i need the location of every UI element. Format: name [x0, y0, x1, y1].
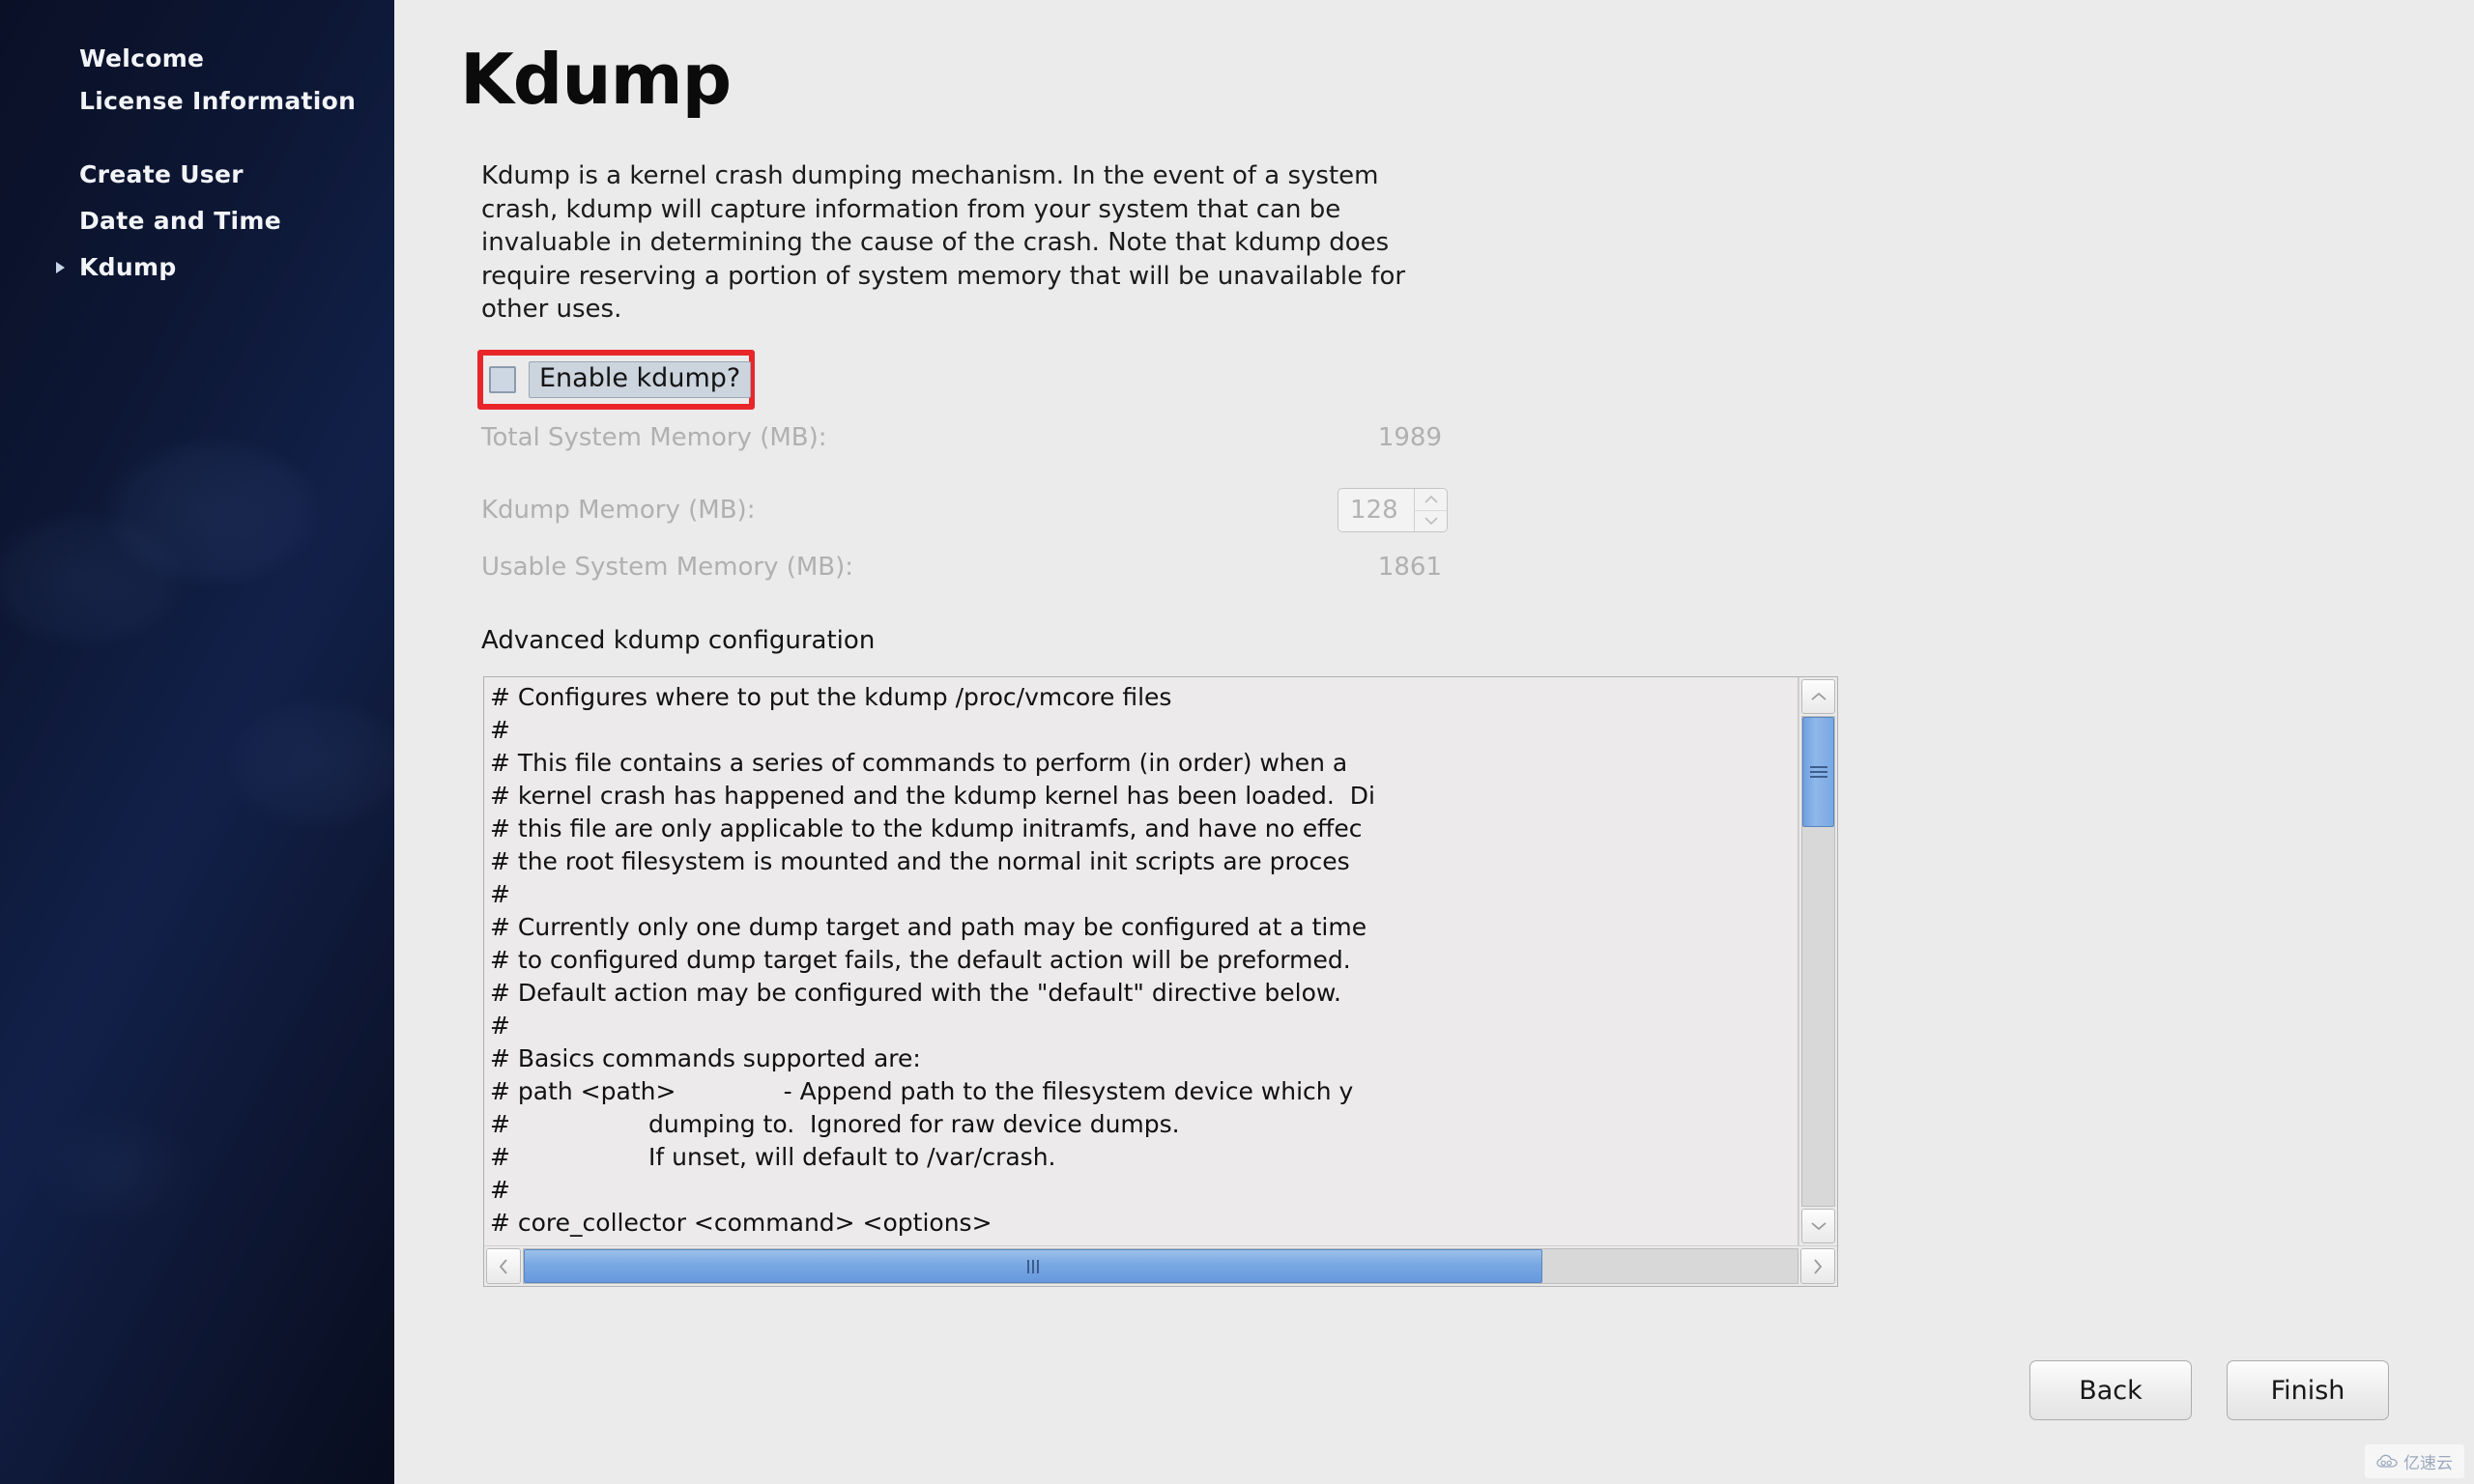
config-horizontal-scroll-thumb[interactable] — [524, 1249, 1543, 1283]
advanced-config-label: Advanced kdump configuration — [481, 626, 876, 655]
config-line: # Currently only one dump target and pat… — [490, 913, 1367, 941]
selected-arrow-icon — [56, 262, 65, 273]
enable-kdump-checkbox[interactable] — [489, 366, 516, 393]
watermark: 亿速云 — [2365, 1444, 2464, 1478]
sidebar: Welcome License Information Create User … — [0, 0, 394, 1484]
kdump-memory-row: Kdump Memory (MB): 128 — [481, 488, 1448, 532]
usable-system-memory-value: 1861 — [1377, 553, 1442, 582]
config-line: # Default action may be configured with … — [490, 979, 1341, 1007]
config-line: # Basics commands supported are: — [490, 1044, 921, 1072]
total-system-memory-value: 1989 — [1377, 423, 1442, 452]
config-line: # the root filesystem is mounted and the… — [490, 847, 1350, 875]
config-horizontal-scroll-track[interactable] — [523, 1248, 1798, 1284]
sidebar-item-welcome[interactable]: Welcome — [0, 37, 394, 81]
advanced-config-textarea[interactable]: # Configures where to put the kdump /pro… — [484, 677, 1798, 1245]
sidebar-item-label: Create User — [79, 160, 244, 189]
config-line: # — [490, 716, 510, 744]
usable-system-memory-label: Usable System Memory (MB): — [481, 553, 854, 582]
sidebar-item-create-user[interactable]: Create User — [0, 153, 394, 197]
footer-buttons: Back Finish — [2029, 1360, 2389, 1420]
scroll-grip-icon — [1809, 763, 1827, 781]
sidebar-item-kdump[interactable]: Kdump — [0, 245, 394, 290]
enable-kdump-label[interactable]: Enable kdump? — [529, 360, 752, 399]
chevron-up-icon[interactable] — [1801, 679, 1835, 714]
config-line: # — [490, 1176, 510, 1204]
sidebar-item-label: Kdump — [79, 253, 177, 282]
config-vertical-scrollbar[interactable] — [1798, 677, 1837, 1245]
config-line: # dumping to. Ignored for raw device dum… — [490, 1110, 1180, 1138]
advanced-config-panel: # Configures where to put the kdump /pro… — [483, 676, 1838, 1287]
scroll-grip-icon — [1027, 1259, 1040, 1273]
stepper-up-icon[interactable] — [1415, 489, 1447, 511]
back-button[interactable]: Back — [2029, 1360, 2192, 1420]
watermark-text: 亿速云 — [2403, 1454, 2453, 1473]
chevron-right-icon[interactable] — [1800, 1248, 1835, 1284]
main-content: Kdump Kdump is a kernel crash dumping me… — [394, 0, 2474, 1484]
config-line: # to configured dump target fails, the d… — [490, 946, 1351, 974]
sidebar-item-label: Date and Time — [79, 207, 282, 236]
config-line: # path <path> - Append path to the files… — [490, 1077, 1354, 1105]
sidebar-item-label: Welcome — [79, 44, 205, 73]
config-line: # Configures where to put the kdump /pro… — [490, 683, 1172, 711]
config-vertical-scroll-thumb[interactable] — [1802, 717, 1834, 827]
kdump-memory-label: Kdump Memory (MB): — [481, 496, 756, 525]
config-line: # core_collector <command> <options> — [490, 1209, 992, 1237]
finish-button[interactable]: Finish — [2227, 1360, 2389, 1420]
config-vertical-scroll-track[interactable] — [1801, 716, 1835, 1207]
config-line: # — [490, 880, 510, 908]
cloud-icon — [2376, 1454, 2398, 1469]
chevron-left-icon[interactable] — [486, 1248, 521, 1284]
config-line: # This file contains a series of command… — [490, 749, 1348, 777]
config-line: # — [490, 1012, 510, 1040]
page-title: Kdump — [460, 39, 732, 120]
total-system-memory-row: Total System Memory (MB): 1989 — [481, 423, 1448, 452]
config-line: # kernel crash has happened and the kdum… — [490, 782, 1375, 810]
kdump-memory-stepper[interactable]: 128 — [1338, 488, 1448, 532]
usable-system-memory-row: Usable System Memory (MB): 1861 — [481, 553, 1448, 582]
config-line: # If unset, will default to /var/crash. — [490, 1143, 1056, 1171]
kdump-memory-value[interactable]: 128 — [1338, 489, 1414, 531]
advanced-config-body: # Configures where to put the kdump /pro… — [484, 677, 1837, 1245]
config-horizontal-scrollbar[interactable] — [484, 1245, 1837, 1286]
total-system-memory-label: Total System Memory (MB): — [481, 423, 827, 452]
sidebar-item-date-and-time[interactable]: Date and Time — [0, 199, 394, 243]
config-line: # this file are only applicable to the k… — [490, 814, 1363, 842]
sidebar-nav: Welcome License Information Create User … — [0, 37, 394, 292]
sidebar-item-label: License Information — [79, 87, 357, 115]
kdump-memory-stepper-buttons — [1414, 489, 1447, 531]
stepper-down-icon[interactable] — [1415, 511, 1447, 532]
chevron-down-icon[interactable] — [1801, 1209, 1835, 1243]
enable-kdump-row[interactable]: Enable kdump? — [489, 360, 752, 399]
initial-setup-window: Welcome License Information Create User … — [0, 0, 2474, 1484]
sidebar-item-license-information[interactable]: License Information — [0, 83, 394, 151]
intro-paragraph: Kdump is a kernel crash dumping mechanis… — [481, 161, 1406, 325]
